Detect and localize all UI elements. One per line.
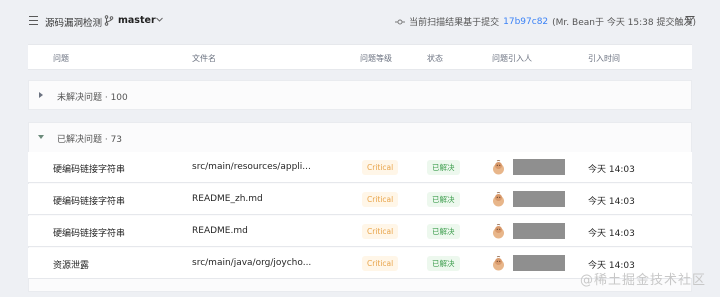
problem-cell: 硬编码链接字符串 [53,165,126,175]
table-row[interactable]: 硬编码链接字符串 src/main/resources/appli... Cri… [28,152,692,183]
col-status: 状态 [427,54,443,63]
problem-cell: 硬编码链接字符串 [53,197,126,207]
branch-selector[interactable]: master [118,15,156,26]
watermark: @稀土掘金技术社区 [580,273,707,288]
caret-down-icon[interactable] [38,135,44,139]
table-row[interactable]: 硬编码链接字符串 README.md Critical 已解决 今天 14:03 [28,216,692,247]
filter-icon[interactable] [685,15,695,25]
commit-link[interactable]: 17b97c82 [503,17,548,27]
severity-badge: Critical [362,224,399,239]
group-label-resolved: 已解决问题 · 73 [57,135,123,145]
commit-icon [395,19,406,24]
group-label-unresolved: 未解决问题 · 100 [57,93,128,103]
severity-badge: Critical [362,256,399,271]
redacted-name [513,255,565,271]
severity-badge: Critical [362,192,399,207]
avatar [493,256,504,271]
problem-cell: 资源泄露 [53,261,90,271]
scan-suffix: (Mr. Bean于 今天 15:38 提交触发) [552,18,696,28]
caret-right-icon[interactable] [39,92,43,98]
group-unresolved[interactable]: 未解决问题 · 100 [28,80,692,110]
status-badge: 已解决 [427,224,460,239]
problem-cell: 硬编码链接字符串 [53,229,126,239]
table-header: 问题 文件名 问题等级 状态 问题引入人 引入时间 [28,44,692,70]
status-badge: 已解决 [427,160,460,175]
chevron-down-icon[interactable] [155,15,164,24]
col-time: 引入时间 [588,54,620,63]
branch-icon [104,15,114,26]
table-row[interactable]: 硬编码链接字符串 README_zh.md Critical 已解决 今天 14… [28,184,692,215]
scan-info: 当前扫描结果基于提交 17b97c82 (Mr. Bean于 今天 15:38 … [395,15,696,28]
file-link[interactable]: README_zh.md [192,194,263,204]
file-link[interactable]: src/main/java/org/joycho... [192,258,311,268]
file-link[interactable]: README.md [192,226,248,236]
time-cell: 今天 14:03 [588,165,635,175]
file-link[interactable]: src/main/resources/appli... [192,162,311,172]
redacted-name [513,223,565,239]
col-introducer: 问题引入人 [492,54,532,63]
menu-icon[interactable] [29,16,38,25]
col-problem: 问题 [53,54,69,63]
time-cell: 今天 14:03 [588,197,635,207]
avatar [493,192,504,207]
scan-prefix: 当前扫描结果基于提交 [409,18,500,28]
page-title: 源码漏洞检测 [45,18,103,29]
redacted-name [513,159,565,175]
redacted-name [513,191,565,207]
avatar [493,224,504,239]
severity-badge: Critical [362,160,399,175]
status-badge: 已解决 [427,192,460,207]
avatar [493,160,504,175]
col-file: 文件名 [192,54,216,63]
col-severity: 问题等级 [360,54,392,63]
time-cell: 今天 14:03 [588,229,635,239]
status-badge: 已解决 [427,256,460,271]
toolbar: 源码漏洞检测 master 当前扫描结果基于提交 17b97c82 (Mr. B… [0,0,720,44]
